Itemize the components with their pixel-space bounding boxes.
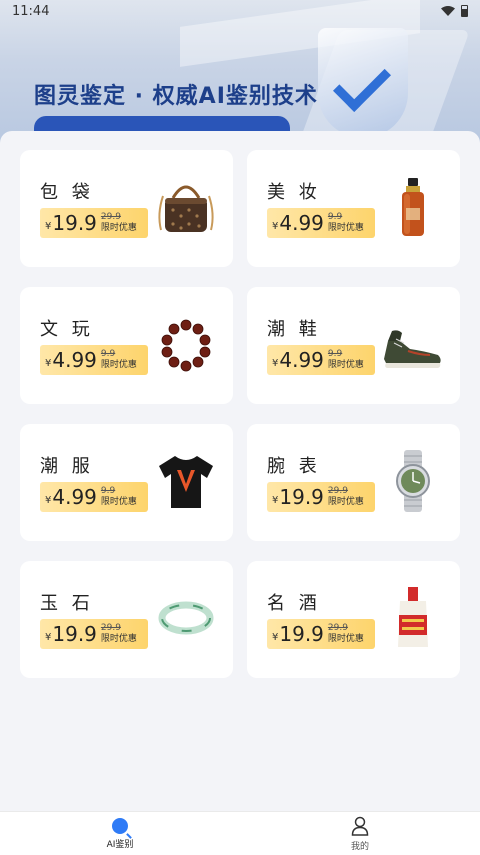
category-card-watches[interactable]: 腕 表 ¥ 19.9 29.9 限时优惠 xyxy=(247,424,460,541)
liquor-bottle-icon xyxy=(398,587,428,647)
category-name: 潮 鞋 xyxy=(267,319,321,340)
promo-label: 限时优惠 xyxy=(100,360,137,370)
tshirt-icon xyxy=(159,456,213,508)
category-name: 潮 服 xyxy=(40,456,94,477)
category-name: 文 玩 xyxy=(40,319,94,340)
currency-symbol: ¥ xyxy=(45,631,52,643)
currency-symbol: ¥ xyxy=(272,220,279,232)
tab-label: 我的 xyxy=(350,841,369,852)
promo-label: 限时优惠 xyxy=(327,223,364,233)
user-icon xyxy=(351,816,369,836)
currency-symbol: ¥ xyxy=(272,494,279,506)
wristwatch-icon xyxy=(396,450,430,512)
category-card-streetwear[interactable]: 潮 服 ¥ 4.99 9.9 限时优惠 xyxy=(20,424,233,541)
status-icons xyxy=(441,5,468,17)
category-card-cosmetics[interactable]: 美 妆 ¥ 4.99 9.9 限时优惠 xyxy=(247,150,460,267)
current-price: 4.99 xyxy=(52,485,97,509)
category-name: 玉 石 xyxy=(40,593,94,614)
price-tag: ¥ 19.9 29.9 限时优惠 xyxy=(40,208,148,238)
category-name: 名 酒 xyxy=(267,593,321,614)
category-grid: 包 袋 ¥ 19.9 29.9 限时优惠 美 妆 ¥ 4.99 9.9 限时优惠… xyxy=(20,150,460,678)
current-price: 4.99 xyxy=(52,348,97,372)
currency-symbol: ¥ xyxy=(272,631,279,643)
promo-label: 限时优惠 xyxy=(100,634,137,644)
category-card-collectibles[interactable]: 文 玩 ¥ 4.99 9.9 限时优惠 xyxy=(20,287,233,404)
current-price: 19.9 xyxy=(279,622,324,646)
wifi-icon xyxy=(441,6,455,16)
original-price: 29.9 xyxy=(100,212,121,222)
currency-symbol: ¥ xyxy=(45,494,52,506)
current-price: 19.9 xyxy=(279,485,324,509)
category-card-sneakers[interactable]: 潮 鞋 ¥ 4.99 9.9 限时优惠 xyxy=(247,287,460,404)
status-bar: 11:44 xyxy=(0,0,480,22)
promo-label: 限时优惠 xyxy=(327,634,364,644)
currency-symbol: ¥ xyxy=(45,220,52,232)
promo-label: 限时优惠 xyxy=(327,497,364,507)
price-tag: ¥ 4.99 9.9 限时优惠 xyxy=(267,208,375,238)
price-tag: ¥ 4.99 9.9 限时优惠 xyxy=(40,482,148,512)
original-price: 9.9 xyxy=(327,349,343,359)
category-name: 美 妆 xyxy=(267,182,321,203)
price-tag: ¥ 19.9 29.9 限时优惠 xyxy=(267,482,375,512)
original-price: 29.9 xyxy=(327,486,348,496)
ai-search-icon xyxy=(112,817,128,834)
original-price: 9.9 xyxy=(327,212,343,222)
promo-label: 限时优惠 xyxy=(327,360,364,370)
current-price: 4.99 xyxy=(279,348,324,372)
current-price: 19.9 xyxy=(52,622,97,646)
original-price: 29.9 xyxy=(327,623,348,633)
bottom-tab-bar: AI鉴别 我的 xyxy=(0,811,480,855)
jade-bangle-icon xyxy=(158,601,214,635)
category-name: 腕 表 xyxy=(267,456,321,477)
tab-ai-identify[interactable]: AI鉴别 xyxy=(0,812,240,855)
price-tag: ¥ 19.9 29.9 限时优惠 xyxy=(40,619,148,649)
currency-symbol: ¥ xyxy=(45,357,52,369)
serum-bottle-icon xyxy=(402,178,424,236)
promo-label: 限时优惠 xyxy=(100,497,137,507)
hero-banner[interactable]: 图灵鉴定 · 权威AI鉴别技术 xyxy=(0,0,480,150)
current-price: 19.9 xyxy=(52,211,97,235)
bead-bracelet-icon xyxy=(161,319,211,372)
battery-icon xyxy=(461,5,468,17)
tab-profile[interactable]: 我的 xyxy=(240,812,480,855)
category-card-jade[interactable]: 玉 石 ¥ 19.9 29.9 限时优惠 xyxy=(20,561,233,678)
status-time: 11:44 xyxy=(12,3,50,19)
original-price: 9.9 xyxy=(100,349,116,359)
banner-title: 图灵鉴定 · 权威AI鉴别技术 xyxy=(34,84,318,109)
category-card-bags[interactable]: 包 袋 ¥ 19.9 29.9 限时优惠 xyxy=(20,150,233,267)
handbag-icon xyxy=(158,185,214,232)
current-price: 4.99 xyxy=(279,211,324,235)
currency-symbol: ¥ xyxy=(272,357,279,369)
price-tag: ¥ 4.99 9.9 限时优惠 xyxy=(40,345,148,375)
original-price: 9.9 xyxy=(100,486,116,496)
category-card-liquor[interactable]: 名 酒 ¥ 19.9 29.9 限时优惠 xyxy=(247,561,460,678)
original-price: 29.9 xyxy=(100,623,121,633)
price-tag: ¥ 19.9 29.9 限时优惠 xyxy=(267,619,375,649)
main-content: 包 袋 ¥ 19.9 29.9 限时优惠 美 妆 ¥ 4.99 9.9 限时优惠… xyxy=(0,131,480,811)
price-tag: ¥ 4.99 9.9 限时优惠 xyxy=(267,345,375,375)
promo-label: 限时优惠 xyxy=(100,223,137,233)
sneaker-icon xyxy=(384,330,441,368)
category-name: 包 袋 xyxy=(40,182,94,203)
